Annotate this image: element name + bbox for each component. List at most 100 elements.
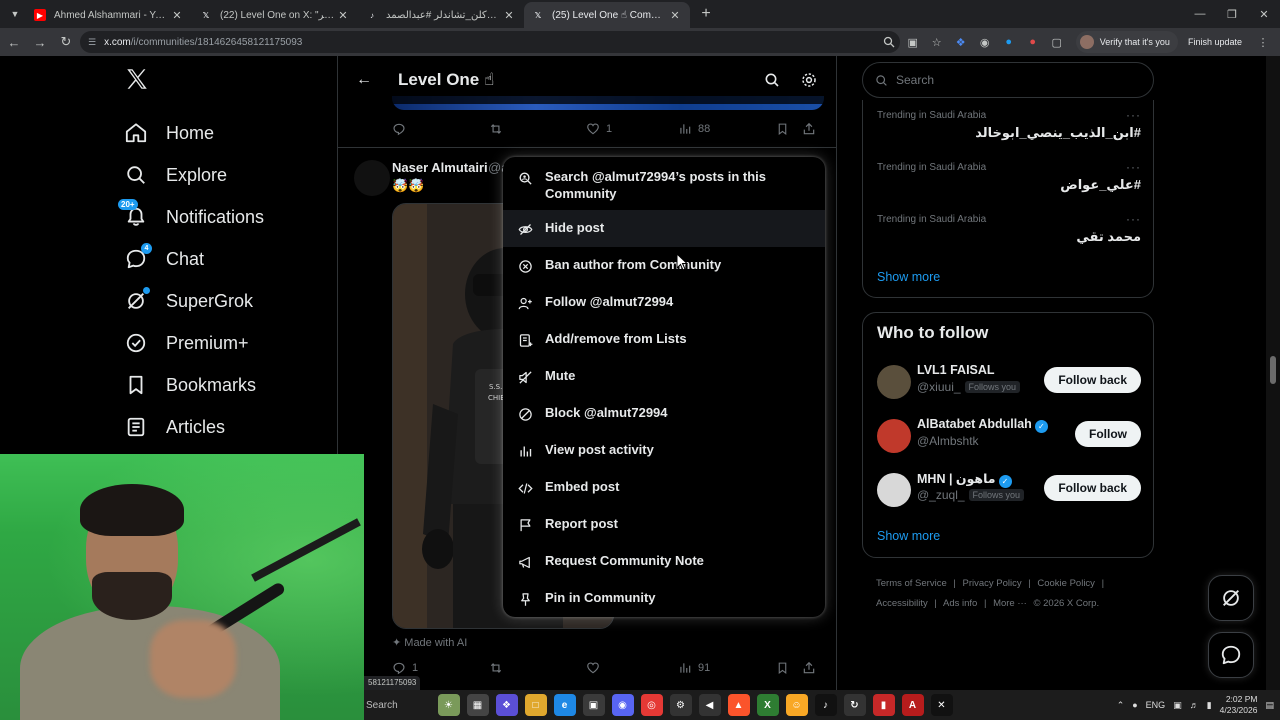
like-button[interactable]: [586, 661, 678, 675]
menu-item-hide-post[interactable]: Hide post: [503, 210, 825, 247]
app-icon[interactable]: ◀: [698, 694, 721, 716]
store-icon[interactable]: ▣: [582, 694, 605, 716]
nav-item-supergrok[interactable]: SuperGrok: [124, 280, 253, 322]
tiktok-icon[interactable]: ♪: [814, 694, 837, 716]
share-button[interactable]: [802, 661, 816, 675]
tab-search-menu-button[interactable]: ▼: [4, 3, 26, 25]
battery-icon[interactable]: ▮: [1207, 700, 1212, 711]
menu-item-pin[interactable]: Pin in Community: [503, 580, 825, 617]
address-bar[interactable]: ☰ x.com/i/communities/181462645812117509…: [80, 31, 900, 53]
trend-item[interactable]: Trending in Saudi Arabia ··· #ابن_الذيب_…: [877, 108, 1141, 141]
follow-suggestion[interactable]: LVL1 FAISAL @xiuui_ Follows you Follow ba…: [877, 363, 1141, 403]
close-icon[interactable]: ✕: [502, 9, 516, 22]
back-arrow-icon[interactable]: ←: [344, 71, 384, 89]
taskbar-search[interactable]: Search: [364, 700, 434, 711]
repost-button[interactable]: [488, 661, 586, 675]
show-more-link[interactable]: Show more: [877, 529, 940, 543]
menu-item-mute[interactable]: Mute: [503, 358, 825, 395]
like-button[interactable]: 1: [586, 122, 678, 136]
menu-item-view-activity[interactable]: View post activity: [503, 432, 825, 469]
edge-icon[interactable]: e: [553, 694, 576, 716]
chevron-up-icon[interactable]: ⌃: [1117, 700, 1125, 711]
trend-item[interactable]: Trending in Saudi Arabia ··· #علي_عواض: [877, 160, 1141, 193]
nav-item-bookmarks[interactable]: Bookmarks: [124, 364, 256, 406]
views-button[interactable]: 88: [678, 122, 776, 136]
avatar[interactable]: [877, 419, 911, 453]
follow-suggestion[interactable]: AlBatabet Abdullah ✓ @Almbshtk Follow: [877, 417, 1141, 457]
chat-float-button[interactable]: [1208, 632, 1254, 678]
trend-item[interactable]: Trending in Saudi Arabia ··· محمد تقي: [877, 212, 1141, 245]
post-author-name[interactable]: Naser Almutairi: [392, 160, 488, 175]
task-view-icon[interactable]: ▦: [466, 694, 489, 716]
app-icon[interactable]: A: [901, 694, 924, 716]
reply-button[interactable]: [392, 122, 488, 136]
menu-item-search-posts[interactable]: Search @almut72994’s posts in this Commu…: [503, 163, 825, 210]
footer-link[interactable]: Privacy Policy: [963, 578, 1022, 589]
footer-link[interactable]: Ads info: [943, 598, 977, 609]
app-icon[interactable]: ▮: [872, 694, 895, 716]
menu-item-embed[interactable]: Embed post: [503, 469, 825, 506]
language-indicator[interactable]: ENG: [1146, 700, 1166, 710]
search-input[interactable]: Search: [862, 62, 1154, 98]
x-icon[interactable]: ✕: [930, 694, 953, 716]
more-icon[interactable]: ···: [1126, 160, 1141, 174]
browser-tab-active[interactable]: 𝕏 (25) Level One ☝ Community / X ✕: [524, 2, 690, 28]
close-window-icon[interactable]: ✕: [1248, 0, 1280, 28]
copilot-icon[interactable]: ❖: [495, 694, 518, 716]
footer-link[interactable]: Terms of Service: [876, 578, 947, 589]
nav-item-articles[interactable]: Articles: [124, 406, 225, 448]
notification-center-icon[interactable]: ▤: [1265, 700, 1274, 711]
avatar[interactable]: [354, 160, 390, 196]
footer-link[interactable]: Cookie Policy: [1037, 578, 1095, 589]
widget-icon[interactable]: ☀: [437, 694, 460, 716]
back-icon[interactable]: ←: [2, 30, 26, 54]
reply-button[interactable]: 1: [392, 661, 488, 675]
more-icon[interactable]: ···: [1126, 212, 1141, 226]
show-more-link[interactable]: Show more: [877, 270, 940, 284]
close-icon[interactable]: ✕: [668, 9, 682, 22]
scrollbar-thumb[interactable]: [1270, 356, 1276, 384]
menu-item-lists[interactable]: Add/remove from Lists: [503, 321, 825, 358]
chrome-icon[interactable]: ◎: [640, 694, 663, 716]
menu-item-ban-author[interactable]: Ban author from Community: [503, 247, 825, 284]
browser-tab[interactable]: ▶ Ahmed Alshammari - YouTube ✕: [26, 2, 192, 28]
new-tab-button[interactable]: +: [694, 5, 718, 23]
network-icon[interactable]: ▣: [1173, 700, 1182, 711]
nav-item-home[interactable]: Home: [124, 112, 214, 154]
clock[interactable]: 2:02 PM 4/23/2026: [1220, 694, 1258, 716]
nav-item-notifications[interactable]: 20+ Notifications: [118, 196, 264, 238]
excel-icon[interactable]: X: [756, 694, 779, 716]
brave-icon[interactable]: ▲: [727, 694, 750, 716]
avatar[interactable]: [877, 365, 911, 399]
bookmark-button[interactable]: [776, 661, 802, 675]
follow-back-button[interactable]: Follow back: [1044, 475, 1141, 501]
kebab-menu-icon[interactable]: ⋮: [1252, 31, 1274, 53]
nav-item-premium[interactable]: Premium+: [124, 322, 249, 364]
follow-back-button[interactable]: Follow back: [1044, 367, 1141, 393]
menu-item-community-note[interactable]: Request Community Note: [503, 543, 825, 580]
close-icon[interactable]: ✕: [170, 9, 184, 22]
follow-suggestion[interactable]: MHN | ماهون ✓ @_zuql_ Follows you Follow b…: [877, 471, 1141, 511]
bookmark-star-icon[interactable]: ☆: [926, 31, 948, 53]
menu-item-follow[interactable]: Follow @almut72994: [503, 284, 825, 321]
profile-chip[interactable]: Verify that it's you: [1075, 31, 1178, 53]
steam-icon[interactable]: ⚙: [669, 694, 692, 716]
footer-link[interactable]: More ···: [993, 598, 1027, 609]
finish-update-button[interactable]: Finish update: [1180, 31, 1250, 53]
restore-icon[interactable]: ❐: [1216, 0, 1248, 28]
minimize-icon[interactable]: —: [1184, 0, 1216, 28]
install-app-icon[interactable]: ▣: [902, 31, 924, 53]
extension-icon[interactable]: ❖: [950, 31, 972, 53]
extension-icon[interactable]: ●: [998, 31, 1020, 53]
follow-button[interactable]: Follow: [1075, 421, 1141, 447]
app-icon[interactable]: ↻: [843, 694, 866, 716]
views-button[interactable]: 91: [678, 661, 776, 675]
footer-link[interactable]: Accessibility: [876, 598, 928, 609]
gear-icon[interactable]: [799, 70, 819, 90]
menu-item-block[interactable]: Block @almut72994: [503, 395, 825, 432]
more-icon[interactable]: ···: [1126, 108, 1141, 122]
discord-icon[interactable]: ◉: [611, 694, 634, 716]
bookmark-button[interactable]: [776, 122, 802, 136]
share-button[interactable]: [802, 122, 816, 136]
extension-icon[interactable]: ●: [1022, 31, 1044, 53]
